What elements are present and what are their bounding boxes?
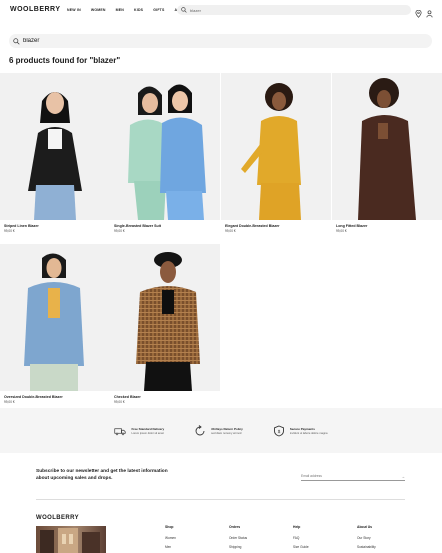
product-name[interactable]: Oversized Double-Breasted Blazer bbox=[0, 395, 110, 399]
page-search-bar[interactable] bbox=[9, 34, 432, 48]
svg-text:$: $ bbox=[278, 429, 281, 434]
footer-divider bbox=[36, 499, 405, 500]
product-name[interactable]: Checked Blazer bbox=[110, 395, 220, 399]
feature-subtitle: Lorem ipsum dolor sit amet bbox=[131, 431, 164, 435]
footer-link[interactable]: Women bbox=[165, 536, 176, 540]
shield-icon: $ bbox=[273, 425, 284, 436]
feature-subtitle: invidunt ut labore dolore magna bbox=[289, 431, 328, 435]
product-card[interactable]: Single-Breasted Blazer Suit 99,00 € bbox=[110, 73, 220, 233]
truck-icon bbox=[114, 427, 127, 435]
return-icon bbox=[195, 424, 205, 435]
nav-men[interactable]: MEN bbox=[116, 8, 124, 12]
footer-heading: About Us bbox=[357, 525, 373, 529]
feature-payments: $ Secure Payments invidunt ut labore dol… bbox=[273, 425, 328, 437]
feature-subtitle: sed diam nonumy eirmod bbox=[211, 431, 242, 435]
location-pin-icon[interactable] bbox=[415, 5, 422, 18]
product-price: 99,00 € bbox=[4, 229, 15, 233]
footer-link[interactable]: Order Status bbox=[229, 536, 247, 540]
product-image[interactable] bbox=[110, 244, 220, 391]
feature-returns: 30-Days Return Policy sed diam nonumy ei… bbox=[194, 424, 243, 437]
product-image[interactable] bbox=[0, 244, 110, 391]
product-name[interactable]: Striped Linen Blazer bbox=[0, 224, 110, 228]
nav-gifts[interactable]: GIFTS bbox=[153, 8, 164, 12]
product-price: 99,00 € bbox=[336, 229, 347, 233]
product-price: 99,00 € bbox=[114, 229, 125, 233]
feature-title: 30-Days Return Policy bbox=[211, 426, 243, 431]
product-name[interactable]: Elegant Double-Breasted Blazer bbox=[221, 224, 331, 228]
main-nav: NEW IN WOMEN MEN KIDS GIFTS ABOUT bbox=[67, 8, 188, 12]
header-icons bbox=[415, 5, 433, 18]
product-image[interactable] bbox=[332, 73, 442, 220]
product-card[interactable]: Checked Blazer 99,00 € bbox=[110, 244, 220, 404]
nav-kids[interactable]: KIDS bbox=[134, 8, 143, 12]
footer-link[interactable]: Shipping bbox=[229, 545, 247, 549]
product-name[interactable]: Single-Breasted Blazer Suit bbox=[110, 224, 220, 228]
newsletter-text: Subscribe to our newsletter and get the … bbox=[36, 469, 168, 481]
product-card[interactable]: Long Fitted Blazer 99,00 € bbox=[332, 73, 442, 233]
nav-new-in[interactable]: NEW IN bbox=[67, 8, 81, 12]
submit-arrow-icon[interactable]: → bbox=[401, 474, 405, 479]
footer-heading: Orders bbox=[229, 525, 241, 529]
footer-logo[interactable]: WOOLBERRY bbox=[36, 515, 79, 521]
product-price: 99,00 € bbox=[114, 400, 125, 404]
feature-delivery: Free Standard Delivery Lorem ipsum dolor… bbox=[114, 425, 164, 437]
page-search-input[interactable] bbox=[23, 38, 403, 44]
header-search-input[interactable] bbox=[190, 7, 390, 13]
footer-link[interactable]: FAQ bbox=[293, 536, 309, 540]
nav-women[interactable]: WOMEN bbox=[91, 8, 106, 12]
features-band: Free Standard Delivery Lorem ipsum dolor… bbox=[0, 408, 442, 453]
site-header: WOOLBERRY NEW IN WOMEN MEN KIDS GIFTS AB… bbox=[0, 0, 442, 19]
search-icon bbox=[181, 7, 187, 13]
search-icon bbox=[13, 37, 20, 45]
footer-col-about: About Us Our Story Sustainability bbox=[357, 525, 376, 553]
product-name[interactable]: Long Fitted Blazer bbox=[332, 224, 442, 228]
product-image[interactable] bbox=[110, 73, 220, 220]
footer-link[interactable]: Size Guide bbox=[293, 545, 309, 549]
feature-title: Free Standard Delivery bbox=[131, 426, 165, 431]
product-card[interactable]: Striped Linen Blazer 99,00 € bbox=[0, 73, 110, 233]
product-price: 99,00 € bbox=[4, 400, 15, 404]
brand-logo[interactable]: WOOLBERRY bbox=[10, 6, 60, 13]
footer-col-orders: Orders Order Status Shipping bbox=[229, 525, 247, 553]
product-price: 99,00 € bbox=[225, 229, 236, 233]
footer-link[interactable]: Men bbox=[165, 545, 176, 549]
footer-link[interactable]: Sustainability bbox=[357, 545, 376, 549]
product-image[interactable] bbox=[221, 73, 331, 220]
email-input[interactable] bbox=[301, 474, 391, 478]
footer-col-help: Help FAQ Size Guide bbox=[293, 525, 309, 553]
user-icon[interactable] bbox=[426, 5, 433, 18]
header-search-bar[interactable] bbox=[177, 5, 411, 15]
newsletter-email-field[interactable]: → bbox=[301, 472, 405, 481]
product-card[interactable]: Oversized Double-Breasted Blazer 99,00 € bbox=[0, 244, 110, 404]
footer-heading: Shop bbox=[165, 525, 174, 529]
results-heading: 6 products found for "blazer" bbox=[9, 56, 121, 65]
feature-title: Secure Payments bbox=[289, 426, 315, 431]
footer-heading: Help bbox=[293, 525, 301, 529]
product-image[interactable] bbox=[0, 73, 110, 220]
footer-col-shop: Shop Women Men bbox=[165, 525, 176, 553]
footer-store-image bbox=[36, 526, 106, 553]
footer-link[interactable]: Our Story bbox=[357, 536, 376, 540]
product-card[interactable]: Elegant Double-Breasted Blazer 99,00 € bbox=[221, 73, 331, 233]
